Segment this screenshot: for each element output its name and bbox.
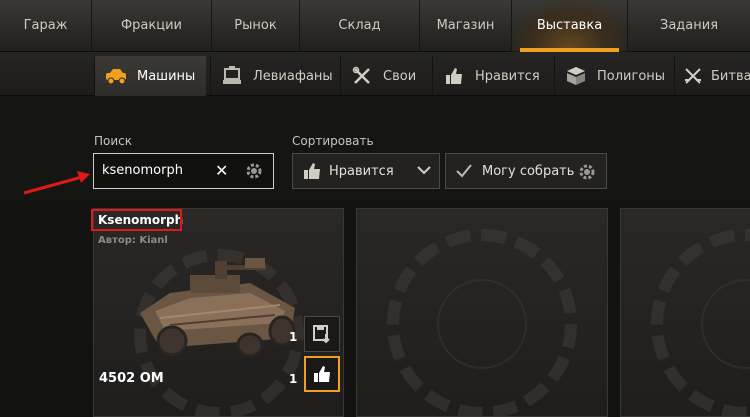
search-label: Поиск [94,134,133,148]
saves-count: 1 [289,330,298,344]
search-input[interactable]: ksenomorph ✕ [93,153,274,189]
subtab-cars[interactable]: Машины [94,56,206,96]
subtab-polygons-label: Полигоны [597,68,666,84]
like-thumbs-up-icon [314,366,330,382]
tools-icon [349,65,375,87]
checkmark-icon [456,164,472,178]
clear-search-icon[interactable]: ✕ [215,161,228,180]
vehicle-card-price: 4502 ОМ [99,371,164,386]
tab-factions[interactable]: Фракции [92,0,212,52]
save-download-button[interactable] [304,316,340,352]
tab-quests[interactable]: Задания [628,0,750,52]
like-button[interactable] [304,356,340,392]
sub-navigation: Машины Левиафаны Свои Нравится Полигоны … [0,52,750,96]
can-build-label: Могу собрать [482,163,575,179]
likes-count: 1 [289,372,298,386]
empty-card [620,208,750,417]
tab-shop[interactable]: Магазин [420,0,512,52]
subtab-battle-label: Битва [711,68,750,84]
vehicle-image [140,258,296,358]
save-download-icon [313,325,330,344]
car-icon [103,65,129,87]
tab-market[interactable]: Рынок [212,0,300,52]
top-navigation: Гараж Фракции Рынок Склад Магазин Выстав… [0,0,750,52]
sort-value: Нравится [329,163,394,179]
subtab-liked-label: Нравится [475,68,540,84]
empty-card [356,208,608,417]
subtab-own-label: Свои [383,68,417,84]
subtab-leviathans[interactable]: Левиафаны [210,56,338,96]
can-build-toggle[interactable]: Могу собрать [445,153,607,189]
search-settings-icon[interactable] [245,162,263,184]
leviathan-icon [219,65,245,87]
subtab-battle[interactable]: Битва [674,56,750,96]
sort-thumbs-up-icon [303,162,321,180]
tab-garage[interactable]: Гараж [0,0,92,52]
can-build-settings-icon[interactable] [578,163,596,181]
chevron-down-icon [417,165,431,175]
sort-label: Сортировать [292,134,374,148]
sort-dropdown[interactable]: Нравится [292,153,440,189]
tab-storage[interactable]: Склад [300,0,420,52]
vehicle-card-author: Автор: Kianl [98,235,168,246]
subtab-polygons[interactable]: Полигоны [554,56,672,96]
subtab-own[interactable]: Свои [340,56,430,96]
vehicle-card[interactable]: Ksenomorph Автор: Kianl 4502 ОМ 1 1 [93,208,344,417]
subtab-liked[interactable]: Нравится [432,56,552,96]
battle-icon [683,65,703,87]
blocks-icon [563,65,589,87]
annotation-arrow [23,171,90,195]
thumbs-up-icon [441,65,467,87]
search-input-value: ksenomorph [102,163,183,178]
annotation-title-box [91,209,182,231]
tab-exhibition[interactable]: Выставка [512,0,628,52]
subtab-cars-label: Машины [137,68,196,84]
subtab-leviathans-label: Левиафаны [253,68,333,84]
